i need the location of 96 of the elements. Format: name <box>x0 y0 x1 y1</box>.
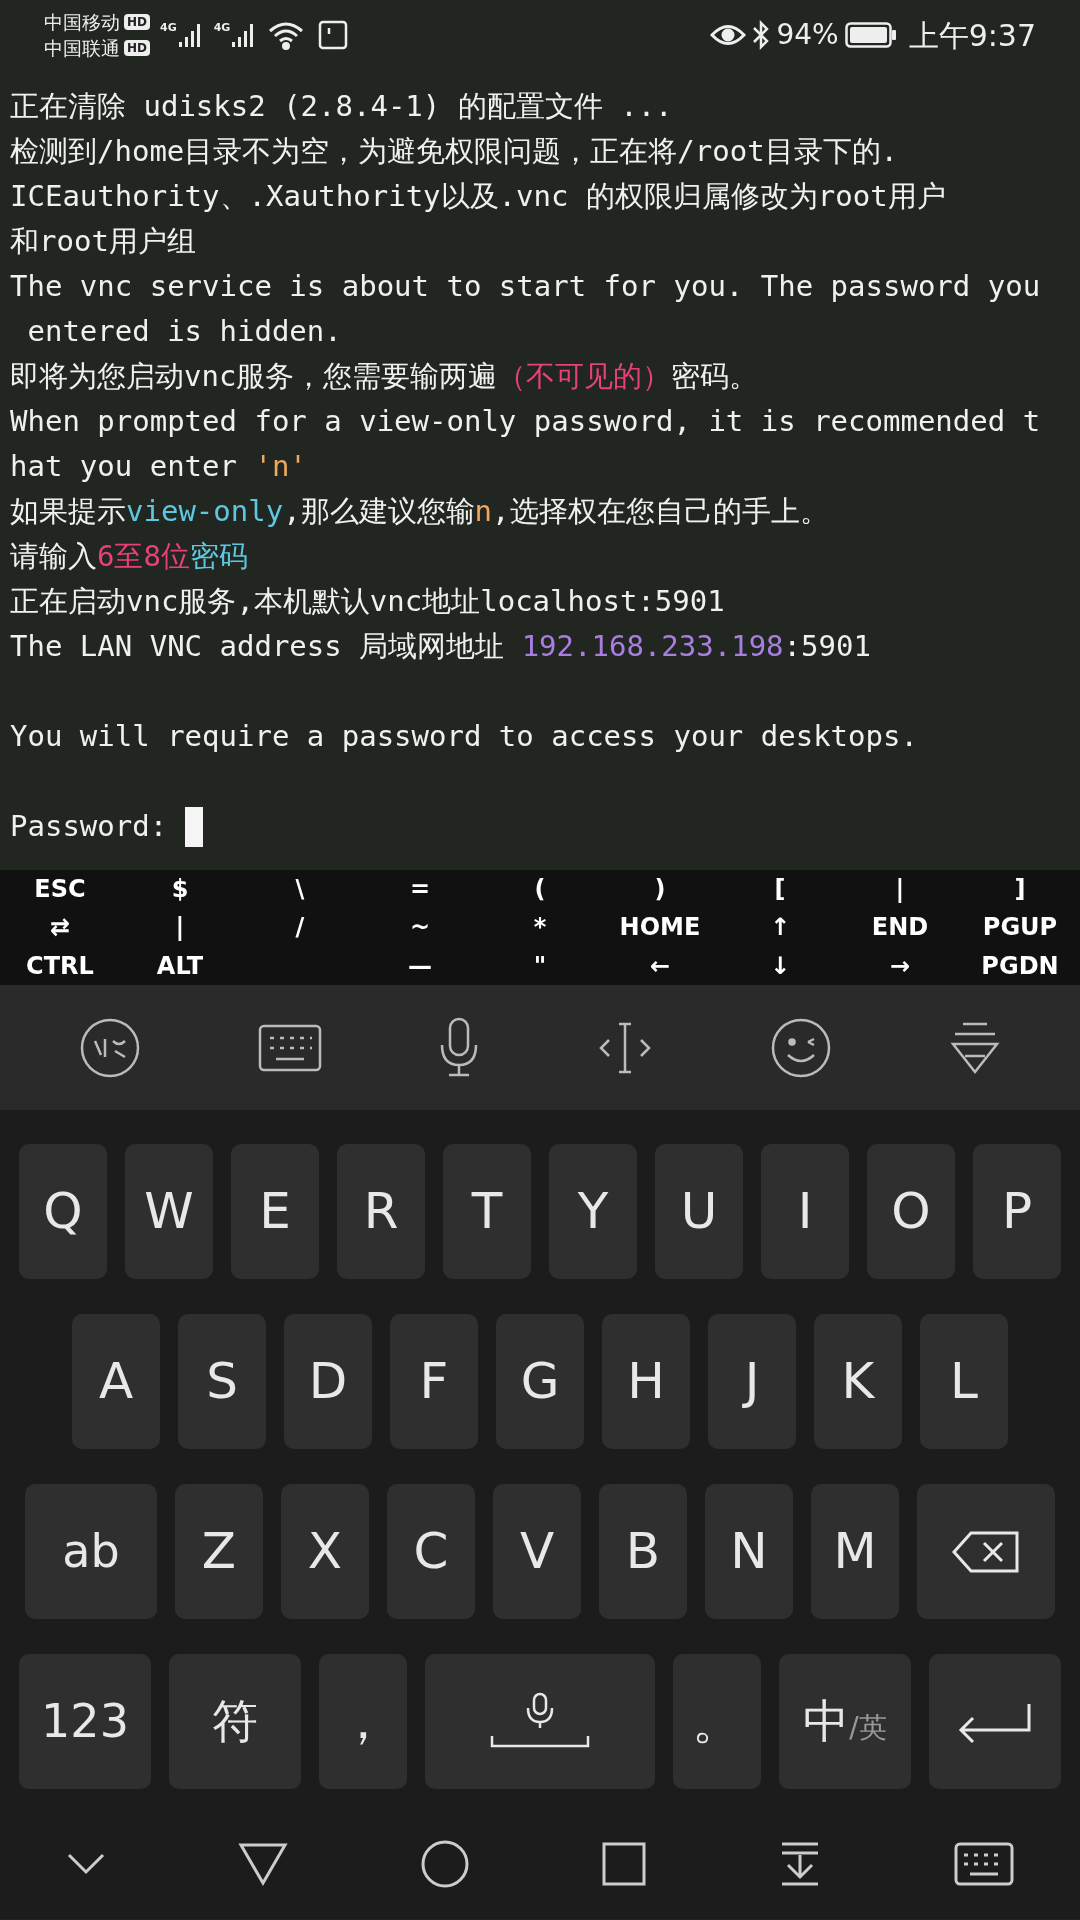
key[interactable]: 123 <box>19 1654 151 1789</box>
extra-key[interactable]: END <box>840 908 960 947</box>
bluetooth-icon <box>752 20 771 50</box>
battery-percent: 94% <box>776 17 839 53</box>
extra-key[interactable]: ← <box>600 946 720 985</box>
terminal-line: 请输入6至8位密码 <box>10 538 249 575</box>
extra-key[interactable]: PGDN <box>960 946 1080 985</box>
terminal-line: 正在启动vnc服务,本机默认vnc地址localhost:5901 <box>10 583 726 620</box>
emoji-icon[interactable] <box>769 1016 832 1079</box>
key[interactable]: N <box>705 1484 793 1619</box>
voice-input-logo-icon[interactable] <box>78 1016 141 1079</box>
extra-key[interactable]: ALT <box>120 946 240 985</box>
extra-key[interactable]: = <box>360 870 480 909</box>
extra-key[interactable]: ESC <box>0 870 120 909</box>
terminal-line: entered is hidden. <box>26 313 343 350</box>
carrier-name: 中国移动 <box>44 10 120 34</box>
key[interactable]: ， <box>319 1654 407 1789</box>
key[interactable]: L <box>920 1314 1008 1449</box>
extra-key[interactable]: [ <box>720 870 840 909</box>
extra-key[interactable]: ↓ <box>720 946 840 985</box>
key[interactable]: 。 <box>673 1654 761 1789</box>
battery-icon <box>844 22 897 48</box>
key[interactable]: M <box>811 1484 899 1619</box>
key[interactable]: T <box>443 1144 531 1279</box>
terminal-line: 即将为您启动vnc服务，您需要输两遍（不可见的）密码。 <box>10 358 760 395</box>
extra-key[interactable]: " <box>480 946 600 985</box>
extra-key[interactable]: → <box>840 946 960 985</box>
backspace-icon <box>951 1529 1021 1574</box>
key[interactable]: A <box>72 1314 160 1449</box>
carrier-name: 中国联通 <box>44 36 120 60</box>
password-prompt: Password: <box>10 808 169 845</box>
key[interactable]: Y <box>549 1144 637 1279</box>
back-icon[interactable] <box>238 1842 288 1886</box>
extra-key[interactable]: $ <box>120 870 240 909</box>
key[interactable]: Q <box>19 1144 107 1279</box>
extra-key[interactable]: HOME <box>600 908 720 947</box>
extra-key[interactable]: ~ <box>360 908 480 947</box>
key[interactable]: P <box>973 1144 1061 1279</box>
key[interactable]: 符 <box>169 1654 301 1789</box>
key[interactable]: R <box>337 1144 425 1279</box>
extra-key[interactable]: ↑ <box>720 908 840 947</box>
extra-key[interactable]: ⇄ <box>0 908 120 947</box>
terminal-line: 检测到/home目录不为空，为避免权限问题，正在将/root目录下的. <box>10 133 900 170</box>
backspace-key[interactable] <box>917 1484 1055 1619</box>
enter-key[interactable] <box>929 1654 1061 1789</box>
key[interactable]: I <box>761 1144 849 1279</box>
extra-key[interactable]: — <box>360 946 480 985</box>
extra-key[interactable]: ) <box>600 870 720 909</box>
terminal-line: The LAN VNC address 局域网地址 192.168.233.198:5901 <box>10 628 872 665</box>
key[interactable]: X <box>281 1484 369 1619</box>
key[interactable]: J <box>708 1314 796 1449</box>
key[interactable]: C <box>387 1484 475 1619</box>
network-type: 4G <box>160 22 177 33</box>
terminal-line: 和root用户组 <box>10 223 197 260</box>
extra-key[interactable]: PGUP <box>960 908 1080 947</box>
key[interactable]: K <box>814 1314 902 1449</box>
hd-badge: HD <box>124 14 150 30</box>
recent-apps-icon[interactable] <box>602 1842 646 1886</box>
terminal-line: 如果提示view-only,那么建议您输n,选择权在您自己的手上。 <box>10 493 830 530</box>
network-type: 4G <box>213 22 231 33</box>
extra-key[interactable]: CTRL <box>0 946 120 985</box>
key[interactable]: B <box>599 1484 687 1619</box>
clock: 上午9:37 <box>908 16 1036 55</box>
key[interactable]: Z <box>175 1484 263 1619</box>
key[interactable]: G <box>496 1314 584 1449</box>
terminal-line: 正在清除 udisks2 (2.8.4-1) 的配置文件 ... <box>10 88 674 125</box>
language-switch-key[interactable]: 中/英 <box>779 1654 911 1789</box>
eye-icon <box>710 22 747 48</box>
chevron-down-icon[interactable] <box>66 1852 106 1876</box>
terminal-line: ICEauthority、.Xauthority以及.vnc 的权限归属修改为root用户 <box>10 178 947 215</box>
key[interactable]: S <box>178 1314 266 1449</box>
terminal-line: When prompted for a view-only password, it is recommended t <box>10 403 1042 440</box>
key[interactable]: H <box>602 1314 690 1449</box>
key[interactable]: E <box>231 1144 319 1279</box>
extra-key[interactable]: / <box>240 908 360 947</box>
terminal-line: The vnc service is about to start for you. The password you <box>10 268 1042 305</box>
keyboard-icon[interactable] <box>954 1842 1014 1886</box>
home-icon[interactable] <box>420 1839 470 1889</box>
key[interactable]: F <box>390 1314 478 1449</box>
microphone-icon[interactable] <box>439 1016 480 1079</box>
extra-key[interactable]: | <box>840 870 960 909</box>
key[interactable]: W <box>125 1144 213 1279</box>
key[interactable]: ab <box>25 1484 157 1619</box>
key[interactable]: O <box>867 1144 955 1279</box>
extra-key[interactable]: \ <box>240 870 360 909</box>
terminal-line: hat you enter 'n' <box>10 448 308 485</box>
hd-badge: HD <box>124 40 150 56</box>
terminal-line: You will require a password to access your desktops. <box>10 718 919 755</box>
key[interactable]: V <box>493 1484 581 1619</box>
extra-key[interactable]: ] <box>960 870 1080 909</box>
keyboard-icon[interactable] <box>258 1023 322 1072</box>
extra-key[interactable]: | <box>120 908 240 947</box>
extra-key[interactable]: * <box>480 908 600 947</box>
key[interactable]: U <box>655 1144 743 1279</box>
extra-key[interactable]: ( <box>480 870 600 909</box>
key[interactable]: D <box>284 1314 372 1449</box>
